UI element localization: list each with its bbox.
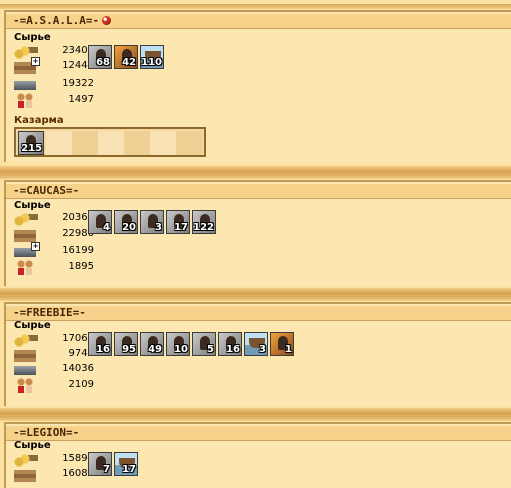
barracks-unit[interactable]: 215 (18, 131, 45, 155)
stone-icon (14, 226, 38, 242)
resource-stone-row: 16084 (14, 466, 94, 482)
unit-fire-ship[interactable]: 1 (270, 332, 294, 356)
iron-icon (14, 361, 38, 377)
resources-heading: Сырье (14, 440, 51, 451)
population-icon (14, 259, 38, 275)
resource-wood-row: 17062 (14, 331, 94, 347)
population-row: 1497 (14, 92, 94, 108)
town-header[interactable]: -=LEGION=- (6, 426, 511, 441)
stone-icon (14, 346, 38, 362)
unit-archer[interactable]: 3 (140, 210, 164, 234)
population-amount: 1497 (68, 94, 94, 105)
resource-iron-row: 19322 (14, 76, 94, 92)
population-amount: 1895 (68, 261, 94, 272)
unit-horseman[interactable]: 5 (192, 332, 216, 356)
town-name[interactable]: -=FREEBIE=- (13, 306, 86, 319)
resource-iron-row: 14036 (14, 361, 94, 377)
town-header[interactable]: -=A.S.A.L.A=- (6, 14, 511, 29)
unit-fire-ship[interactable]: 42 (114, 45, 138, 69)
town-name[interactable]: -=CAUCAS=- (13, 184, 79, 197)
wood-icon (14, 331, 38, 347)
town-name[interactable]: -=LEGION=- (13, 426, 79, 439)
barracks-queue: 215 (14, 127, 206, 157)
unit-list: 4 20 3 17 122 (88, 210, 218, 234)
resource-wood-row: 23409 (14, 43, 94, 59)
town-panel-freebie: -=FREEBIE=- Сырье 17062 9740 14036 2109 … (0, 296, 511, 406)
unit-swordsman[interactable]: 16 (88, 332, 112, 356)
iron-icon: + (14, 242, 40, 259)
iron-amount: 19322 (62, 78, 94, 89)
unit-swordsman[interactable]: 7 (88, 452, 112, 476)
wood-icon (14, 451, 38, 467)
unit-list: 68 42 110 (88, 45, 166, 69)
iron-amount: 16199 (62, 245, 94, 256)
unit-swordsman[interactable]: 20 (114, 210, 138, 234)
unit-transport-ship[interactable]: 17 (114, 452, 138, 476)
unit-transport-ship[interactable]: 110 (140, 45, 164, 69)
resource-stone-row: 9740 (14, 346, 94, 362)
resource-wood-row: 20362 (14, 210, 94, 226)
iron-amount: 14036 (62, 363, 94, 374)
resource-wood-row: 15899 (14, 451, 94, 467)
unit-list: 16 95 49 10 5 16 3 1 (88, 332, 296, 356)
globe-icon[interactable] (102, 16, 112, 25)
population-row: 1895 (14, 259, 94, 275)
town-panel-legion: -=LEGION=- Сырье 15899 16084 7 17 (0, 416, 511, 488)
town-name[interactable]: -=A.S.A.L.A=- (13, 14, 99, 27)
town-header[interactable]: -=CAUCAS=- (6, 184, 511, 199)
population-amount: 2109 (68, 379, 94, 390)
unit-hoplite[interactable]: 17 (166, 210, 190, 234)
town-panel-asala: -=A.S.A.L.A=- Сырье 23409 +12448 19322 1… (0, 4, 511, 162)
resource-stone-row: +12448 (14, 57, 94, 74)
population-icon (14, 377, 38, 393)
unit-archer[interactable]: 49 (140, 332, 164, 356)
resource-stone-row: 22980 (14, 226, 94, 242)
unit-list: 7 17 (88, 452, 140, 476)
population-icon (14, 92, 38, 108)
unit-transport-ship[interactable]: 3 (244, 332, 268, 356)
town-panel-caucas: -=CAUCAS=- Сырье 20362 22980 +16199 1895… (0, 174, 511, 286)
wood-icon (14, 210, 38, 226)
iron-icon (14, 76, 38, 92)
unit-horseman[interactable]: 122 (192, 210, 216, 234)
unit-swordsman[interactable]: 68 (88, 45, 112, 69)
stone-icon: + (14, 57, 40, 74)
town-header[interactable]: -=FREEBIE=- (6, 306, 511, 321)
unit-chariot[interactable]: 16 (218, 332, 242, 356)
resource-iron-row: +16199 (14, 242, 94, 259)
unit-hoplite[interactable]: 10 (166, 332, 190, 356)
unit-swordsman[interactable]: 4 (88, 210, 112, 234)
resources-heading: Сырье (14, 32, 51, 43)
barracks-heading: Казарма (14, 115, 64, 126)
resources-heading: Сырье (14, 320, 51, 331)
population-row: 2109 (14, 377, 94, 393)
stone-icon (14, 466, 38, 482)
unit-swordsman[interactable]: 95 (114, 332, 138, 356)
